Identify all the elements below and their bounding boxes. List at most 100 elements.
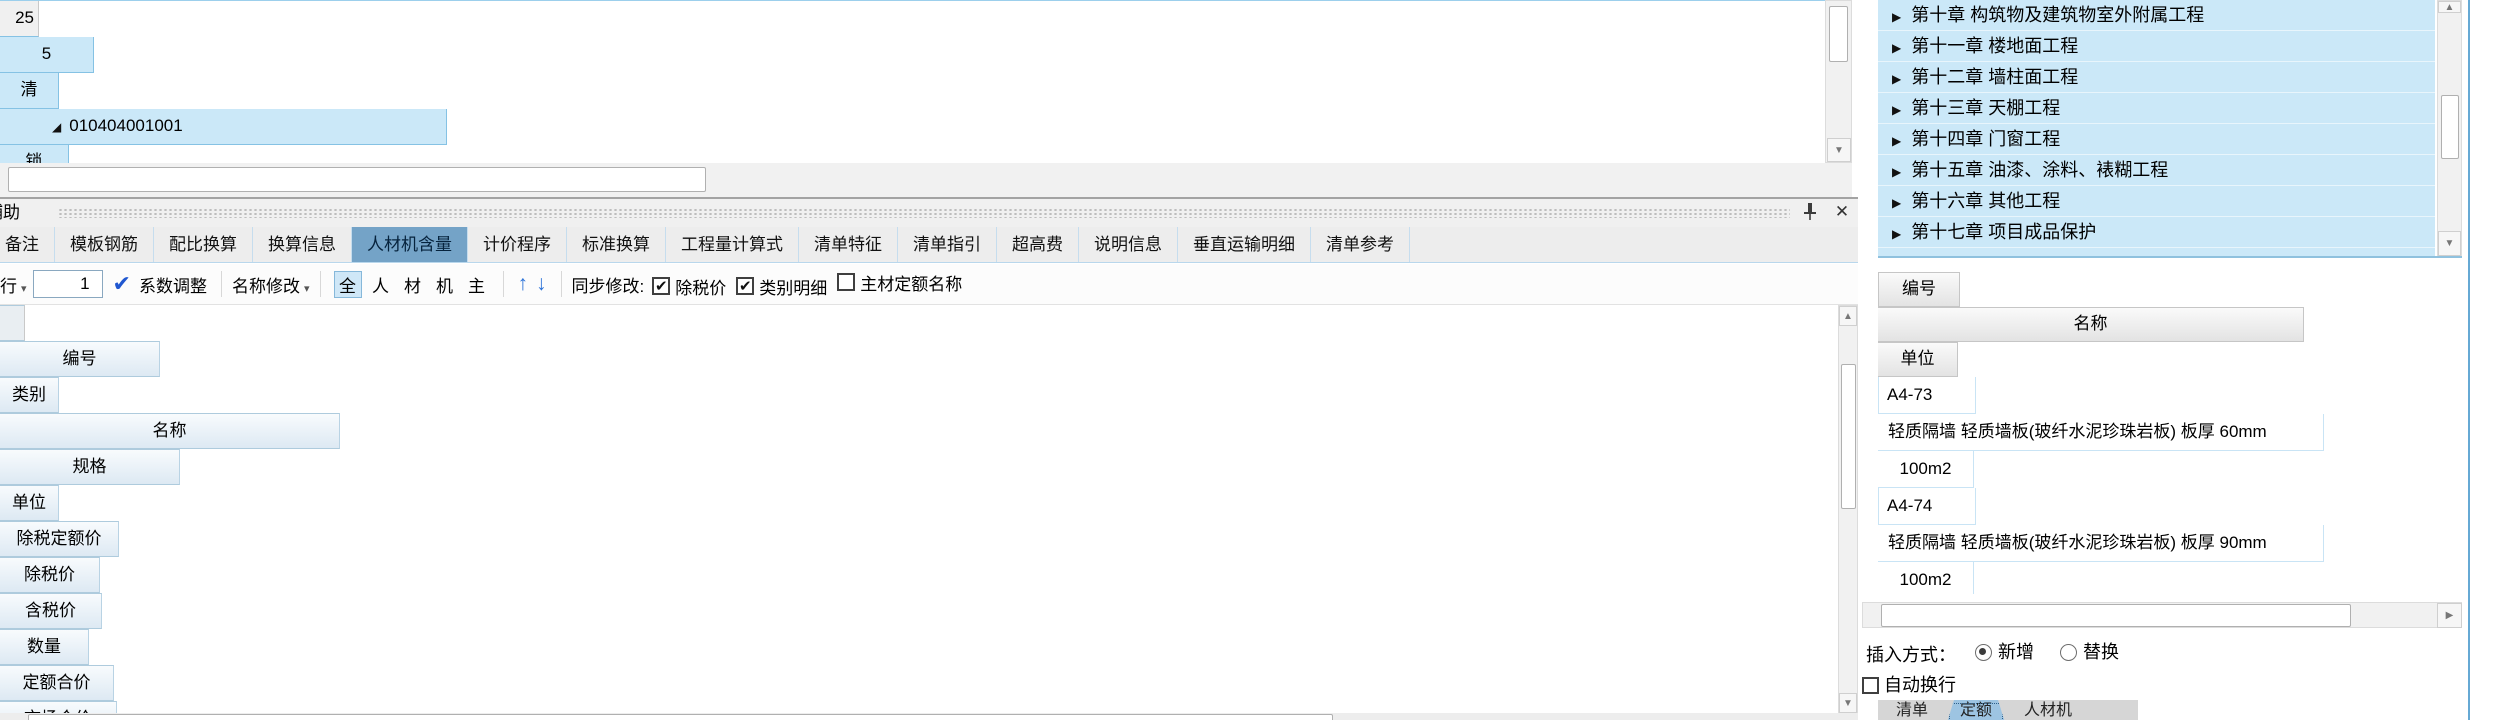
column-header-market-total: 市场合价 bbox=[0, 701, 117, 713]
quota-hscroll-thumb[interactable] bbox=[1881, 604, 2351, 627]
autowrap-checkbox[interactable] bbox=[1862, 676, 1879, 694]
quota-cell-unit[interactable]: 100m2 bbox=[1878, 451, 1974, 488]
pin-icon[interactable] bbox=[1801, 202, 1823, 224]
resource-hscroll-thumb[interactable] bbox=[28, 714, 1333, 720]
move-down-icon[interactable]: ↓ bbox=[536, 272, 547, 296]
resource-vscroll-up-icon[interactable]: ▲ bbox=[1839, 306, 1857, 326]
tree-item-1[interactable]: ▶ 第十一章 楼地面工程 bbox=[1878, 31, 2435, 62]
tab-9[interactable]: 清单指引 bbox=[898, 227, 997, 262]
column-header-price-notax: 除税价 bbox=[0, 557, 100, 593]
bill-hscroll-thumb[interactable] bbox=[8, 167, 706, 192]
collapsed-icon[interactable]: ▶ bbox=[1892, 72, 1901, 86]
tree-vscroll-down-icon[interactable]: ▼ bbox=[2438, 231, 2461, 256]
library-tab-2[interactable]: 人材机 bbox=[2010, 700, 2086, 720]
sync-checkbox-1[interactable]: ✔ 类别明细 bbox=[736, 274, 827, 299]
collapsed-icon[interactable]: ▶ bbox=[1892, 41, 1901, 55]
tab-13[interactable]: 清单参考 bbox=[1311, 227, 1410, 262]
bill-cell-code[interactable]: ◢ 010404001001 bbox=[0, 109, 447, 145]
quota-cell-code[interactable]: A4-73 bbox=[1878, 377, 1976, 414]
sync-checkbox-0[interactable]: ✔ 除税价 bbox=[652, 274, 726, 299]
library-tab-1[interactable]: 定额 bbox=[1946, 700, 2006, 720]
insert-mode-option-1[interactable]: 替换 bbox=[2060, 638, 2119, 666]
tab-6[interactable]: 标准换算 bbox=[567, 227, 666, 262]
tab-8[interactable]: 清单特征 bbox=[799, 227, 898, 262]
sync-checkbox-2[interactable]: 主材定额名称 bbox=[837, 270, 962, 295]
tab-2[interactable]: 配比换算 bbox=[154, 227, 253, 262]
tree-bottom-border bbox=[1878, 256, 2462, 258]
autowrap-label: 自动换行 bbox=[1884, 675, 1956, 695]
quota-hscroll-right-icon[interactable]: ▶ bbox=[2437, 603, 2462, 628]
tree-vscroll-thumb[interactable] bbox=[2441, 95, 2459, 159]
chapter-tree: ▶ 第十章 构筑物及建筑物室外附属工程 ▶ 第十一章 楼地面工程 ▶ 第十二章 墙柱面工程… bbox=[1878, 0, 2437, 256]
quota-cell-unit[interactable]: 100m2 bbox=[1878, 562, 1974, 594]
toolbar-separator bbox=[220, 271, 222, 297]
collapsed-icon[interactable]: ▶ bbox=[1892, 134, 1901, 148]
tree-item-7[interactable]: ▶ 第十七章 项目成品保护 bbox=[1878, 217, 2435, 248]
bill-cell-seq[interactable]: 5 bbox=[0, 37, 94, 73]
tab-12[interactable]: 垂直运输明细 bbox=[1178, 227, 1311, 262]
row-select-button[interactable]: 选择行 ▾ bbox=[0, 272, 27, 297]
tree-item-5[interactable]: ▶ 第十五章 油漆、涂料、裱糊工程 bbox=[1878, 155, 2435, 186]
bill-vscroll-down-icon[interactable]: ▼ bbox=[1827, 138, 1851, 162]
filter-机[interactable]: 机 bbox=[432, 272, 458, 297]
tab-5[interactable]: 计价程序 bbox=[468, 227, 567, 262]
rename-button[interactable]: 名称修改 ▾ bbox=[232, 272, 310, 297]
bill-cell-lock[interactable]: 锁 bbox=[0, 145, 69, 163]
tab-10[interactable]: 超高费 bbox=[997, 227, 1079, 262]
quota-cell-name[interactable]: 轻质隔墙 轻质墙板(玻纤水泥珍珠岩板) 板厚 60mm bbox=[1878, 414, 2324, 451]
column-header-name: 名称 bbox=[0, 413, 340, 449]
collapsed-icon[interactable]: ▶ bbox=[1892, 165, 1901, 179]
tab-11[interactable]: 说明信息 bbox=[1079, 227, 1178, 262]
column-header-quantity: 数量 bbox=[0, 629, 89, 665]
aux-toolbar: 选择行▾ ✔ 系数调整 名称修改▾ 全人材机主 ↑ ↓ 同步修改: ✔除税价✔类… bbox=[0, 264, 1858, 305]
aux-panel-title: 辅助 bbox=[0, 203, 20, 222]
filter-主[interactable]: 主 bbox=[464, 272, 490, 297]
filter-人[interactable]: 人 bbox=[368, 272, 394, 297]
quota-header-name: 名称 bbox=[1878, 307, 2304, 342]
row-count-input[interactable] bbox=[32, 270, 103, 298]
coef-adjust-button[interactable]: 系数调整 bbox=[139, 272, 207, 297]
apply-check-icon[interactable]: ✔ bbox=[113, 271, 131, 297]
resource-vscroll-thumb[interactable] bbox=[1841, 364, 1856, 509]
column-header-spec: 规格 bbox=[0, 449, 180, 485]
bill-vscroll-thumb[interactable] bbox=[1829, 6, 1848, 62]
toolbar-separator bbox=[319, 271, 321, 297]
library-tab-0[interactable]: 清单 bbox=[1882, 700, 1942, 720]
quota-header-unit: 单位 bbox=[1878, 342, 1958, 377]
insert-mode-option-0[interactable]: 新增 bbox=[1975, 638, 2034, 666]
autowrap-row[interactable]: 自动换行 bbox=[1862, 672, 2162, 698]
quota-cell-name[interactable]: 轻质隔墙 轻质墙板(玻纤水泥珍珠岩板) 板厚 90mm bbox=[1878, 525, 2324, 562]
tree-vscroll-up-icon[interactable]: ▲ bbox=[2438, 1, 2461, 13]
move-up-icon[interactable]: ↑ bbox=[518, 272, 529, 296]
tab-0[interactable]: 备注 bbox=[0, 227, 55, 262]
tab-1[interactable]: 模板钢筋 bbox=[55, 227, 154, 262]
quota-cell-code[interactable]: A4-74 bbox=[1878, 488, 1976, 525]
panel-drag-handle[interactable] bbox=[58, 208, 1790, 218]
tab-7[interactable]: 工程量计算式 bbox=[666, 227, 799, 262]
tree-item-2[interactable]: ▶ 第十二章 墙柱面工程 bbox=[1878, 62, 2435, 93]
collapsed-icon[interactable]: ▶ bbox=[1892, 196, 1901, 210]
filter-材[interactable]: 材 bbox=[400, 272, 426, 297]
bill-cell-row-number: 25 bbox=[0, 1, 39, 37]
resource-vscroll-down-icon[interactable]: ▼ bbox=[1839, 693, 1857, 713]
tree-item-0[interactable]: ▶ 第十章 构筑物及建筑物室外附属工程 bbox=[1878, 0, 2435, 31]
collapsed-icon[interactable]: ▶ bbox=[1892, 103, 1901, 117]
app-root: 255清◢010404001001锁轻质墙板ALC预制隔墙 200厚m2单价计价… bbox=[0, 0, 2499, 720]
radio-label: 新增 bbox=[1998, 642, 2035, 662]
bill-cell-type[interactable]: 清 bbox=[0, 73, 59, 109]
expand-icon[interactable]: ◢ bbox=[52, 120, 61, 134]
filter-全[interactable]: 全 bbox=[333, 270, 362, 298]
tree-item-4[interactable]: ▶ 第十四章 门窗工程 bbox=[1878, 124, 2435, 155]
collapsed-icon[interactable]: ▶ bbox=[1892, 227, 1901, 241]
bill-grid: 255清◢010404001001锁轻质墙板ALC预制隔墙 200厚m2单价计价… bbox=[0, 0, 1825, 163]
tree-item-label: 第十二章 墙柱面工程 bbox=[1911, 67, 2079, 87]
chevron-down-icon: ▾ bbox=[21, 282, 27, 295]
tree-item-3[interactable]: ▶ 第十三章 天棚工程 bbox=[1878, 93, 2435, 124]
aux-panel-header: 辅助 ✕ bbox=[0, 199, 1858, 227]
close-icon[interactable]: ✕ bbox=[1831, 200, 1853, 224]
tab-3[interactable]: 换算信息 bbox=[253, 227, 352, 262]
tab-4[interactable]: 人材机含量 bbox=[352, 227, 468, 262]
insert-mode-row: 插入方式： 新增 替换 bbox=[1866, 638, 2426, 666]
collapsed-icon[interactable]: ▶ bbox=[1892, 10, 1901, 24]
tree-item-6[interactable]: ▶ 第十六章 其他工程 bbox=[1878, 186, 2435, 217]
